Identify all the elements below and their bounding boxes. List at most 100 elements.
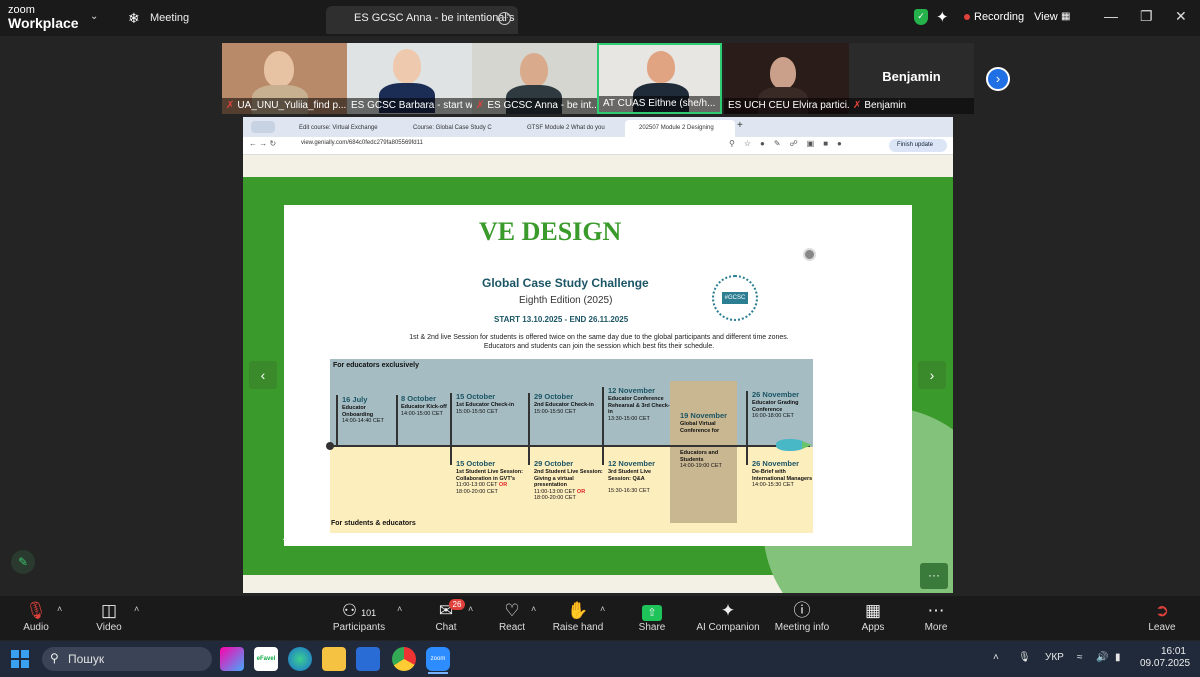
participant-tile[interactable]: ✗ ES GCSC Anna - be int... <box>472 43 597 114</box>
mic-muted-icon: ✗ <box>853 100 862 111</box>
slide-next-button[interactable]: › <box>918 361 946 389</box>
participant-name: AT CUAS Eithne (she/h... <box>603 98 716 109</box>
copilot-icon[interactable] <box>220 647 244 671</box>
participant-tile[interactable]: ES GCSC Barbara - start w... <box>347 43 472 114</box>
leave-button[interactable]: ➲ Leave <box>1127 600 1197 633</box>
chrome-browser-icon[interactable] <box>392 647 416 671</box>
ai-companion-button[interactable]: ✦ AI Companion <box>692 600 764 633</box>
edge-browser-icon[interactable] <box>288 647 312 671</box>
ai-sparkle-icon[interactable]: ✦ <box>936 8 949 26</box>
timeline-event: 15 October 1st Educator Check-in 15:00-15:… <box>456 392 515 415</box>
url-text[interactable]: view.genially.com/684c0fedc279fa805569fd… <box>301 140 423 146</box>
conference-event: 19 November Global Virtual Conference for <box>680 411 728 434</box>
efavel-app-icon[interactable]: eFavel <box>254 647 278 671</box>
ai-sparkle-icon: ✦ <box>720 601 736 620</box>
browser-tab[interactable]: GTSF Module 2 What do you <box>513 120 625 137</box>
participant-tile[interactable]: ES UCH CEU Elvira partici... <box>724 43 849 114</box>
timeline-tick <box>396 395 398 445</box>
back-icon[interactable]: ← → ↻ <box>249 139 276 148</box>
zoom-app-icon[interactable]: zoom <box>426 647 450 671</box>
view-button[interactable]: View <box>1034 11 1058 23</box>
mic-muted-icon: ✗ <box>226 100 235 111</box>
participant-name: Benjamin <box>864 100 907 111</box>
apps-button[interactable]: ▦ Apps <box>838 600 908 633</box>
participant-tile[interactable]: ✗ UA_UNU_Yuliia_find p... <box>222 43 347 114</box>
wifi-icon[interactable]: ≈ <box>1077 652 1083 663</box>
participants-options-caret[interactable]: ˄ <box>397 604 402 614</box>
meeting-info-button[interactable]: ⓘ Meeting info <box>767 600 837 633</box>
schedule-note: 1st & 2nd live Session for students is o… <box>409 334 789 350</box>
meeting-label[interactable]: Meeting <box>150 12 189 24</box>
shared-screen: Edit course: Virtual Exchange Course: Gl… <box>243 117 953 593</box>
timeline-event: 12 November Educator Conference Rehearsal… <box>608 386 670 422</box>
react-options-caret[interactable]: ˄ <box>531 604 536 614</box>
participant-tile-active-speaker[interactable]: AT CUAS Eithne (she/h... <box>597 43 722 114</box>
browser-tab[interactable]: Edit course: Virtual Exchange <box>285 120 397 137</box>
timeline-event: 12 November 3rd Student Live Session: Q&A… <box>608 459 656 494</box>
participant-tile[interactable]: Benjamin ✗ Benjamin <box>849 43 974 114</box>
slide-prev-button[interactable]: ‹ <box>249 361 277 389</box>
more-button[interactable]: ⋯ More <box>901 600 971 633</box>
timeline-start-dot <box>326 442 334 450</box>
clock[interactable]: 16:01 09.07.2025 <box>1140 646 1190 670</box>
browser-toolbar-icons[interactable]: ⚲☆●✎☍▣■● <box>729 139 851 148</box>
language-indicator[interactable]: УКР <box>1045 652 1064 663</box>
slide: VE DESIGN Global Case Study Challenge Ei… <box>284 205 912 546</box>
shield-check-icon[interactable]: ✓ <box>914 9 928 25</box>
slide-subtitle: Global Case Study Challenge <box>482 276 649 290</box>
course-dates: START 13.10.2025 - END 26.11.2025 <box>494 315 629 324</box>
taskbar-search[interactable]: Пошук <box>42 647 212 671</box>
browser-tab[interactable]: Course: Global Case Study C <box>399 120 511 137</box>
tab-group-icon[interactable] <box>251 121 275 133</box>
battery-icon[interactable]: ▮ <box>1115 652 1121 663</box>
chat-options-caret[interactable]: ˄ <box>468 604 473 614</box>
participant-name: ES UCH CEU Elvira partici... <box>728 100 849 111</box>
timeline-event: 29 October 2nd Student Live Session: Givi… <box>534 459 603 501</box>
more-options-icon[interactable]: ··· <box>498 12 511 25</box>
chevron-down-icon[interactable]: ⌄ <box>90 11 98 22</box>
participant-name: ES GCSC Anna - be int... <box>487 100 597 111</box>
recording-dot-icon <box>964 14 970 20</box>
timeline-tick <box>450 393 452 465</box>
timeline-tick <box>336 395 338 445</box>
recording-label[interactable]: Recording <box>974 11 1024 23</box>
grid-icon[interactable]: ▦ <box>1061 11 1070 22</box>
apps-icon: ▦ <box>864 601 882 620</box>
file-explorer-icon[interactable] <box>322 647 346 671</box>
annotate-pencil-icon[interactable]: ✎ <box>11 550 35 574</box>
windows-start-icon[interactable] <box>11 650 29 668</box>
browser-tab-active[interactable]: 202507 Module 2 Designing <box>625 120 735 137</box>
raise-hand-options-caret[interactable]: ˄ <box>600 604 605 614</box>
timeline-event: 15 October 1st Student Live Session: Coll… <box>456 459 523 495</box>
info-icon: ⓘ <box>793 601 811 620</box>
gallery-next-button[interactable]: › <box>986 67 1010 91</box>
more-icon: ⋯ <box>927 601 945 620</box>
participants-button[interactable]: ⚇ 101 Participants <box>324 600 394 633</box>
tray-chevron-icon[interactable]: ˄ <box>993 652 999 663</box>
close-icon[interactable]: ✕ <box>1175 8 1187 25</box>
microphone-tray-icon[interactable]: 🎙 <box>1018 652 1031 663</box>
info-icon[interactable] <box>803 248 816 261</box>
mic-muted-icon: ✗ <box>476 100 485 111</box>
timeline-event: 16 July Educator Onboarding 14:00-14:40 CE… <box>342 395 384 424</box>
store-icon[interactable] <box>356 647 380 671</box>
restore-icon[interactable]: ❐ <box>1140 8 1153 25</box>
volume-icon[interactable]: 🔊 <box>1096 652 1108 663</box>
timeline-event: 8 October Educator Kick-off 14:00-15:00 CE… <box>401 394 447 417</box>
more-options-button[interactable]: ··· <box>920 563 948 589</box>
minimize-icon[interactable]: — <box>1104 8 1118 24</box>
new-tab-icon[interactable]: + <box>737 120 743 131</box>
gcsc-logo-icon: #GCSC <box>712 275 758 321</box>
participants-icon: ⚇ 101 <box>341 601 377 620</box>
finish-update-button[interactable]: Finish update <box>889 139 947 152</box>
react-button[interactable]: ♡ React <box>477 600 547 633</box>
timeline-tick <box>528 393 530 465</box>
active-app-indicator <box>428 672 448 674</box>
participant-name-large: Benjamin <box>882 69 941 84</box>
video-options-caret[interactable]: ˄ <box>134 604 139 614</box>
share-screen-icon: ⇧ <box>642 605 662 621</box>
share-button[interactable]: ⇧ Share <box>617 600 687 633</box>
timeline-tick <box>602 387 604 465</box>
audio-options-caret[interactable]: ˄ <box>57 604 62 614</box>
active-speaker-tab[interactable]: ES GCSC Anna - be intentional's s <box>326 6 518 34</box>
